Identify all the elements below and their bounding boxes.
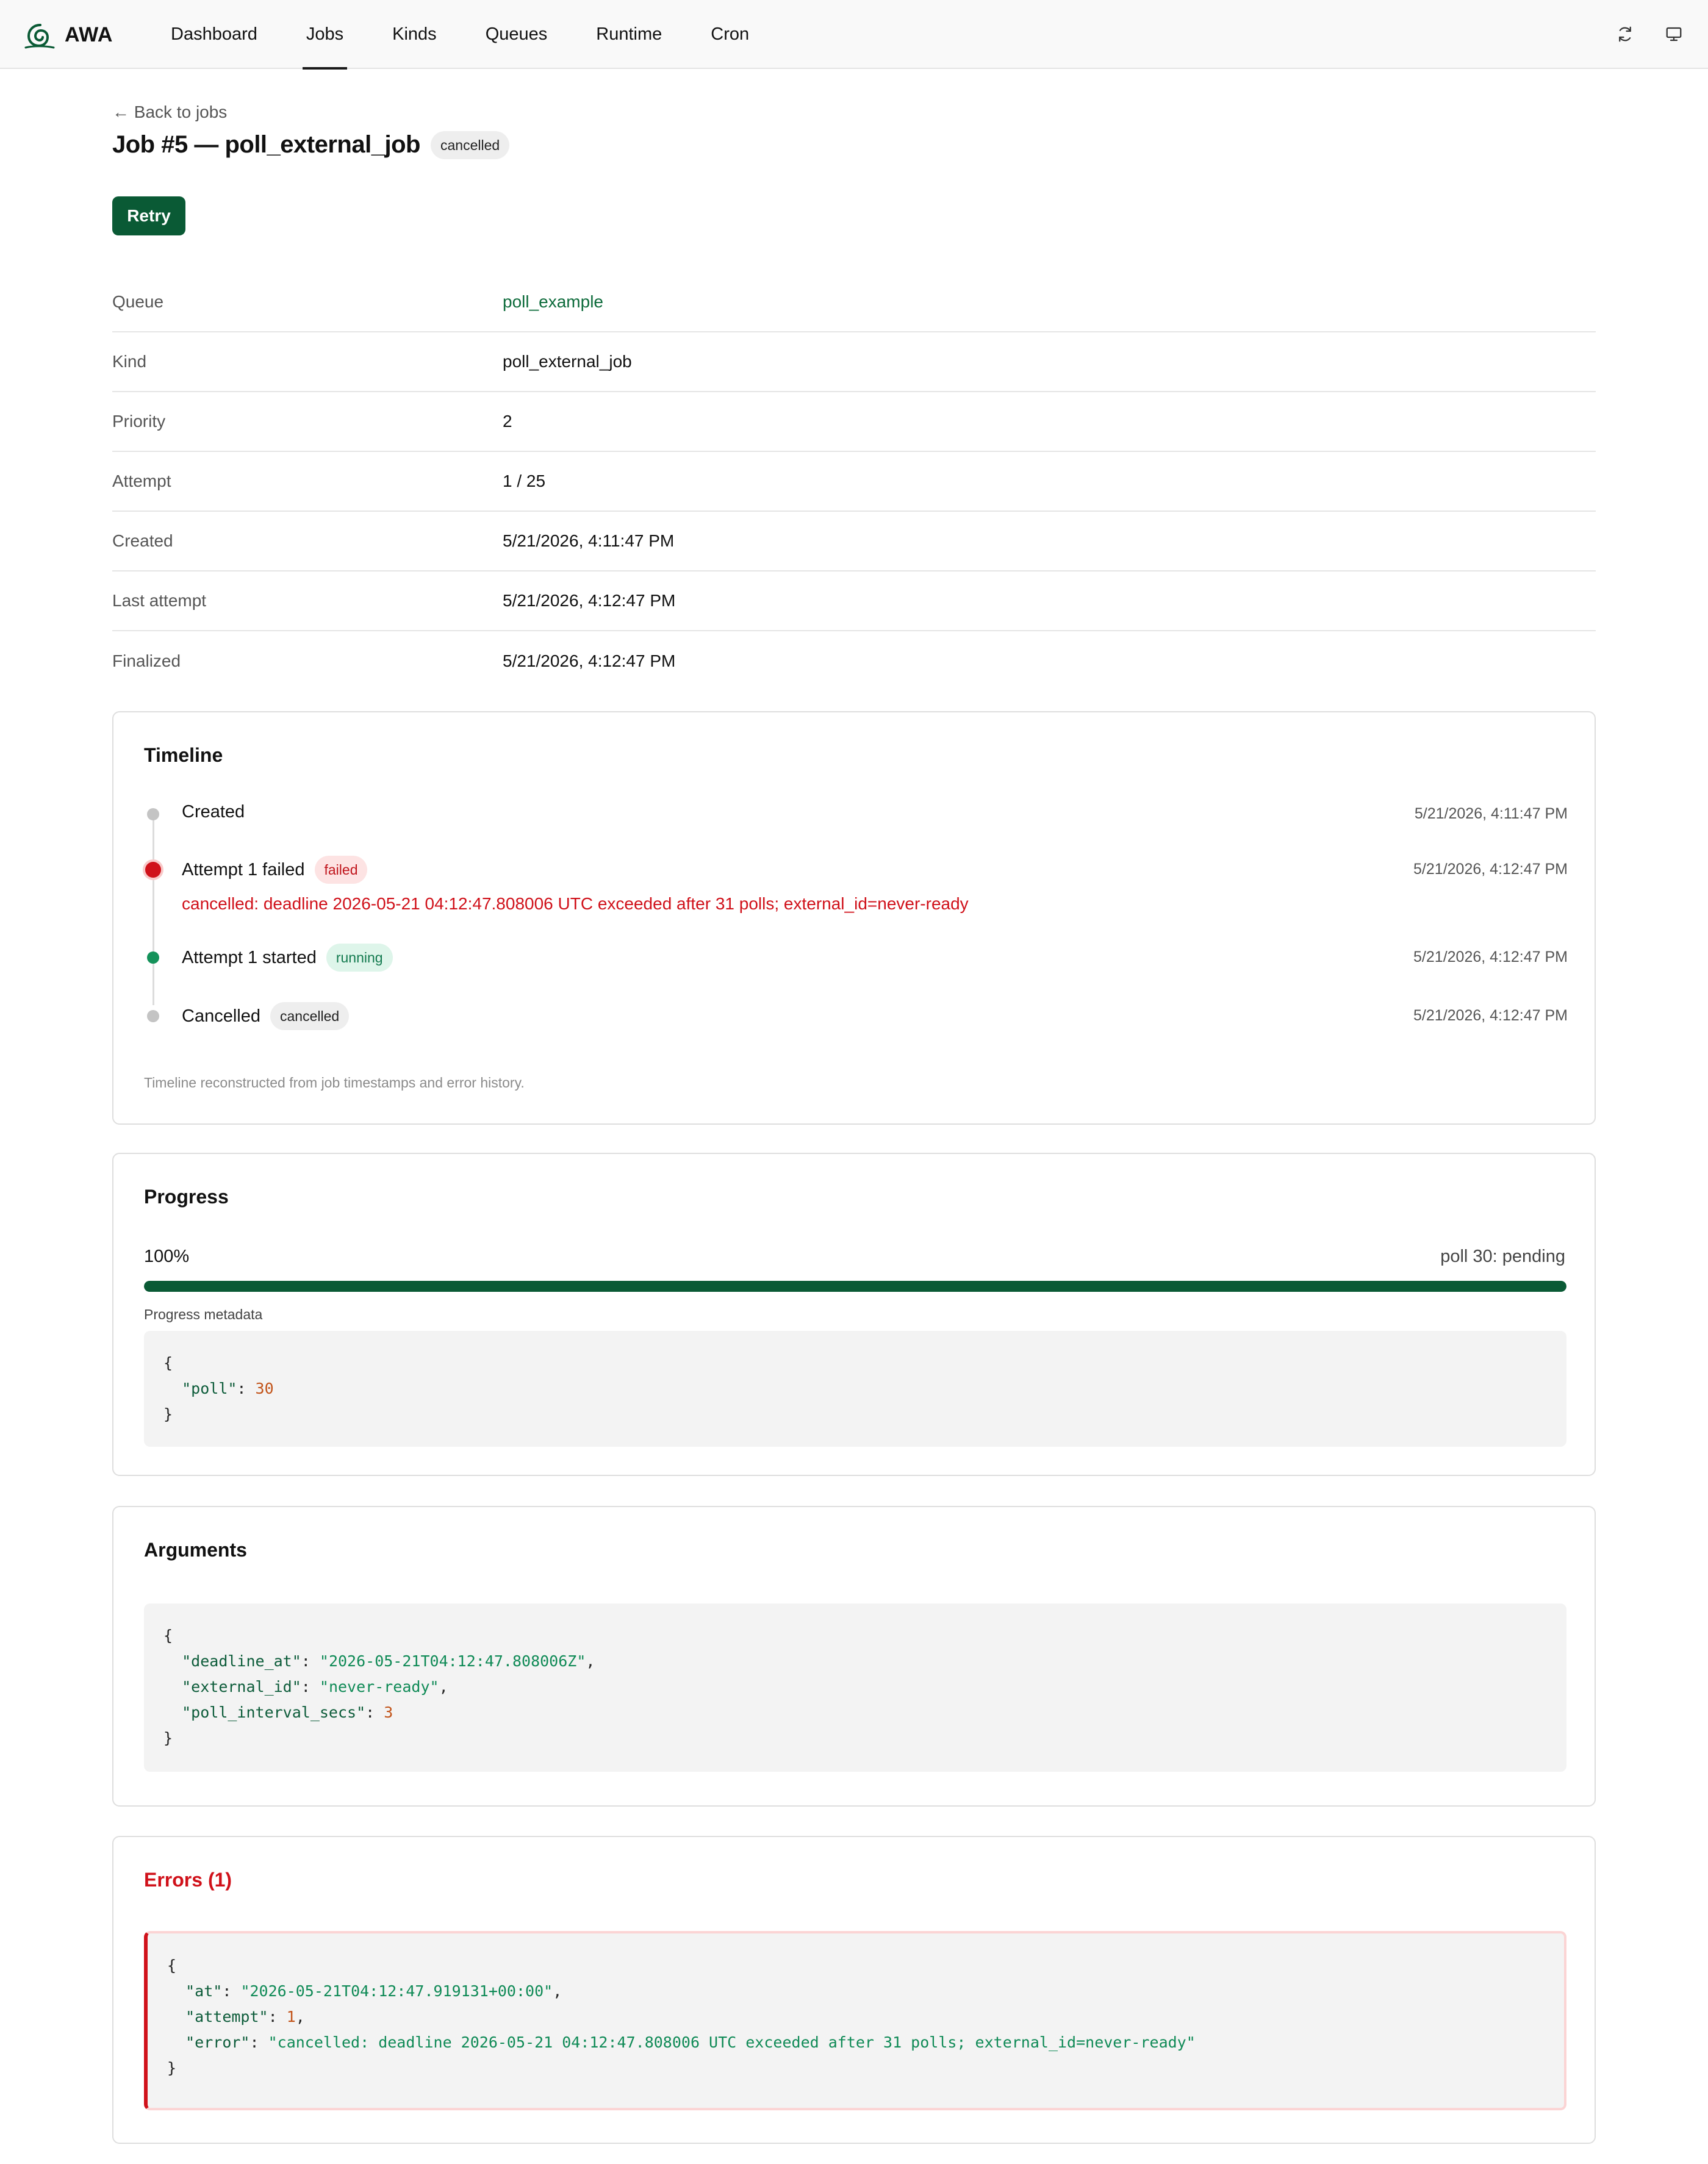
timeline-event-time: 5/21/2026, 4:12:47 PM: [1413, 861, 1568, 878]
detail-value: 5/21/2026, 4:12:47 PM: [503, 591, 676, 610]
detail-label: Finalized: [112, 651, 181, 670]
event-label: Created: [182, 802, 245, 822]
refresh-button[interactable]: [1613, 22, 1637, 46]
progress-title: Progress: [144, 1186, 229, 1208]
running-badge: running: [326, 944, 393, 972]
timeline-dot: [147, 808, 159, 820]
event-label: Cancelled: [182, 1006, 260, 1026]
refresh-icon: [1619, 26, 1631, 42]
detail-row-kind: Kind poll_external_job: [112, 332, 1596, 392]
nav-jobs[interactable]: Jobs: [288, 0, 362, 70]
detail-row-priority: Priority 2: [112, 392, 1596, 452]
brand-name: AWA: [65, 23, 113, 46]
errors-title: Errors (1): [144, 1869, 232, 1891]
arg-deadline-at: 2026-05-21T04:12:47.808006Z: [328, 1652, 577, 1670]
timeline-event-time: 5/21/2026, 4:12:47 PM: [1413, 1007, 1568, 1024]
progress-message: poll 30: pending: [1440, 1247, 1565, 1266]
detail-label: Priority: [112, 412, 166, 431]
timeline-dot: [145, 862, 161, 878]
awa-logo-icon: [24, 24, 55, 49]
timeline-dot: [147, 1010, 159, 1022]
progress-bar-fill: [144, 1281, 1566, 1292]
event-label: Attempt 1 failed: [182, 859, 305, 880]
detail-value: 1 / 25: [503, 471, 546, 490]
timeline-event-attempt-started: Attempt 1 started running 5/21/2026, 4:1…: [113, 942, 1597, 973]
arg-external-id: never-ready: [328, 1678, 430, 1696]
errors-card: Errors (1) { "at": "2026-05-21T04:12:47.…: [112, 1836, 1596, 2144]
monitor-icon: [1666, 27, 1682, 41]
timeline-dot: [147, 951, 159, 964]
failed-badge: failed: [314, 856, 368, 884]
timeline-event-label: Created: [182, 802, 245, 822]
detail-value: poll_external_job: [503, 352, 632, 371]
nav-dashboard[interactable]: Dashboard: [152, 0, 276, 69]
page-title: Job #5 — poll_external_job: [112, 131, 420, 158]
error-attempt: 1: [286, 2008, 296, 2026]
queue-link[interactable]: poll_example: [503, 292, 603, 312]
timeline-event-attempt-failed: Attempt 1 failed failed 5/21/2026, 4:12:…: [113, 854, 1597, 885]
arguments-code: { "deadline_at": "2026-05-21T04:12:47.80…: [144, 1603, 1566, 1772]
metadata-poll-value: 30: [255, 1380, 274, 1397]
progress-metadata-code: { "poll": 30 }: [144, 1331, 1566, 1447]
error-at: 2026-05-21T04:12:47.919131+00:00: [249, 1982, 544, 2000]
nav-kinds[interactable]: Kinds: [374, 0, 455, 69]
detail-label: Last attempt: [112, 591, 207, 610]
timeline-event-label: Attempt 1 failed failed: [182, 856, 368, 884]
nav-cron[interactable]: Cron: [692, 0, 767, 69]
detail-label: Created: [112, 531, 173, 550]
arguments-title: Arguments: [144, 1539, 247, 1561]
nav-runtime[interactable]: Runtime: [578, 0, 680, 69]
timeline-event-label: Attempt 1 started running: [182, 944, 393, 972]
timeline-note: Timeline reconstructed from job timestam…: [144, 1075, 525, 1091]
theme-toggle-button[interactable]: [1662, 22, 1686, 46]
timeline-event-error: cancelled: deadline 2026-05-21 04:12:47.…: [182, 894, 969, 913]
detail-row-created: Created 5/21/2026, 4:11:47 PM: [112, 512, 1596, 571]
arg-poll-interval: 3: [384, 1704, 393, 1721]
timeline-event-created: Created 5/21/2026, 4:11:47 PM: [113, 799, 1597, 829]
cancelled-badge: cancelled: [270, 1002, 350, 1030]
top-actions: [1613, 22, 1686, 46]
job-state-badge: cancelled: [431, 131, 510, 159]
detail-row-finalized: Finalized 5/21/2026, 4:12:47 PM: [112, 631, 1596, 691]
job-details-table: Queue poll_example Kind poll_external_jo…: [112, 273, 1596, 691]
main-nav: Dashboard Jobs Kinds Queues Runtime Cron: [152, 0, 780, 70]
detail-value: 5/21/2026, 4:12:47 PM: [503, 651, 676, 670]
retry-button[interactable]: Retry: [112, 196, 185, 235]
back-to-jobs-link[interactable]: ← Back to jobs: [112, 102, 227, 122]
brand[interactable]: AWA: [22, 16, 113, 54]
timeline-title: Timeline: [144, 744, 223, 766]
timeline-connector: [152, 819, 154, 1005]
nav-queues[interactable]: Queues: [467, 0, 566, 69]
timeline-event-time: 5/21/2026, 4:11:47 PM: [1414, 805, 1568, 822]
timeline-card: Timeline Created 5/21/2026, 4:11:47 PM A…: [112, 711, 1596, 1125]
timeline-event-cancelled: Cancelled cancelled 5/21/2026, 4:12:47 P…: [113, 1001, 1597, 1031]
detail-value: 2: [503, 412, 512, 431]
detail-label: Queue: [112, 292, 164, 311]
event-label: Attempt 1 started: [182, 947, 317, 967]
arguments-card: Arguments { "deadline_at": "2026-05-21T0…: [112, 1506, 1596, 1807]
detail-row-attempt: Attempt 1 / 25: [112, 452, 1596, 512]
detail-value: 5/21/2026, 4:11:47 PM: [503, 531, 675, 550]
detail-label: Attempt: [112, 471, 171, 490]
detail-row-last-attempt: Last attempt 5/21/2026, 4:12:47 PM: [112, 571, 1596, 631]
progress-percent: 100%: [144, 1247, 190, 1266]
error-entry-code: { "at": "2026-05-21T04:12:47.919131+00:0…: [144, 1931, 1566, 2110]
timeline-event-time: 5/21/2026, 4:12:47 PM: [1413, 948, 1568, 966]
top-navigation-bar: AWA Dashboard Jobs Kinds Queues Runtime …: [0, 0, 1708, 70]
detail-row-queue: Queue poll_example: [112, 273, 1596, 332]
progress-metadata-label: Progress metadata: [144, 1306, 263, 1322]
error-message: cancelled: deadline 2026-05-21 04:12:47.…: [277, 2033, 1186, 2051]
detail-label: Kind: [112, 352, 147, 371]
progress-card: Progress 100% poll 30: pending Progress …: [112, 1153, 1596, 1476]
timeline-event-label: Cancelled cancelled: [182, 1002, 350, 1030]
progress-bar: [144, 1281, 1566, 1292]
